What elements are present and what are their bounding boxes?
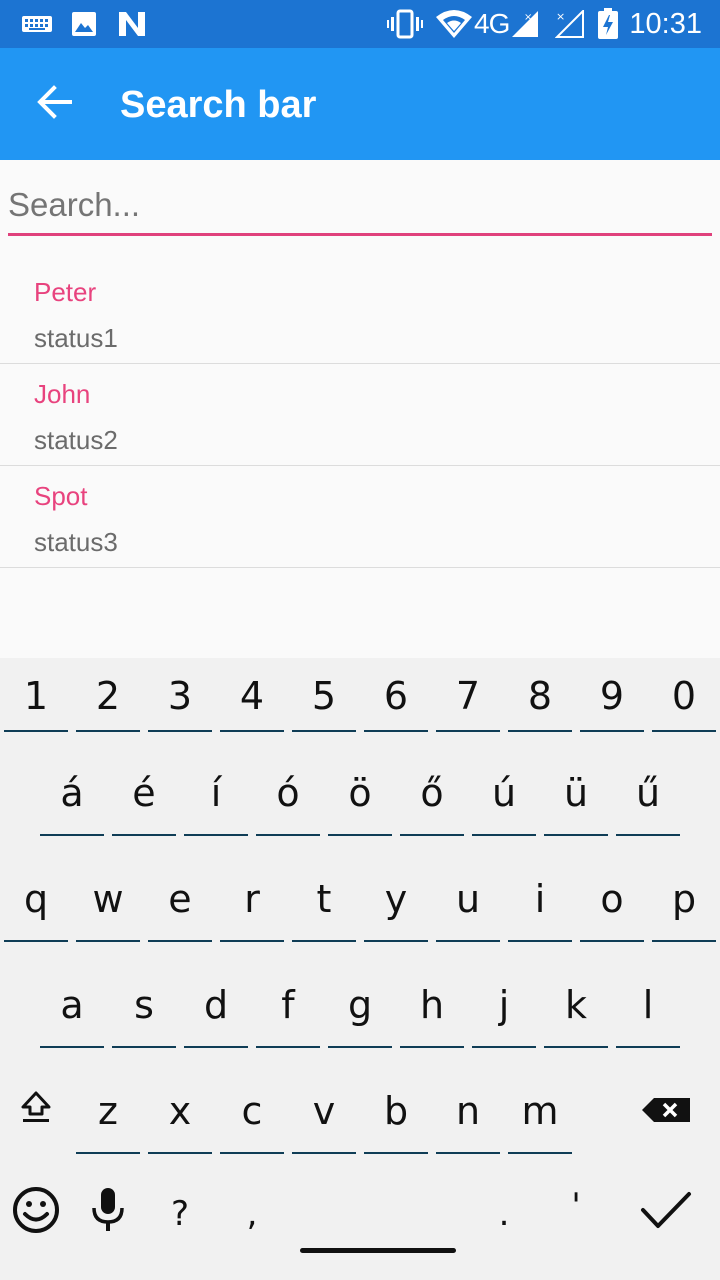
key-c[interactable]: c <box>220 1068 284 1154</box>
backspace-key[interactable] <box>634 1068 698 1154</box>
key-a-acute[interactable]: á <box>40 750 104 836</box>
key-o-umlaut[interactable]: ö <box>328 750 392 836</box>
contact-list: Peter status1 John status2 Spot status3 <box>0 262 720 568</box>
svg-text:×: × <box>524 12 532 23</box>
key-9[interactable]: 9 <box>580 660 644 732</box>
key-o-double-acute[interactable]: ő <box>400 750 464 836</box>
search-underline <box>8 233 712 236</box>
contact-status: status2 <box>34 425 118 455</box>
key-z[interactable]: z <box>76 1068 140 1154</box>
svg-text:×: × <box>556 10 565 23</box>
key-e-acute[interactable]: é <box>112 750 176 836</box>
key-s[interactable]: s <box>112 962 176 1048</box>
key-6[interactable]: 6 <box>364 660 428 732</box>
space-bar[interactable] <box>292 1174 464 1254</box>
key-g[interactable]: g <box>328 962 392 1048</box>
key-i[interactable]: i <box>508 856 572 942</box>
status-bar: 4G × × 10:31 <box>0 0 720 48</box>
search-field[interactable] <box>8 176 712 238</box>
search-input[interactable] <box>8 176 712 234</box>
list-item[interactable]: Spot status3 <box>0 466 720 568</box>
key-u-double-acute[interactable]: ű <box>616 750 680 836</box>
key-apostrophe[interactable]: ' <box>544 1174 608 1238</box>
contact-name: John <box>34 379 91 409</box>
key-i-acute[interactable]: í <box>184 750 248 836</box>
key-h[interactable]: h <box>400 962 464 1048</box>
key-2[interactable]: 2 <box>76 660 140 732</box>
key-d[interactable]: d <box>184 962 248 1048</box>
key-a[interactable]: a <box>40 962 104 1048</box>
key-w[interactable]: w <box>76 856 140 942</box>
key-o[interactable]: o <box>580 856 644 942</box>
contact-status: status3 <box>34 527 118 557</box>
key-comma[interactable]: , <box>220 1174 284 1254</box>
key-q[interactable]: q <box>4 856 68 942</box>
key-question-mark[interactable]: ? <box>148 1174 212 1254</box>
n-notification-icon <box>116 8 148 40</box>
key-y[interactable]: y <box>364 856 428 942</box>
key-b[interactable]: b <box>364 1068 428 1154</box>
key-4[interactable]: 4 <box>220 660 284 732</box>
status-time: 10:31 <box>629 8 702 40</box>
done-key[interactable] <box>634 1174 698 1254</box>
key-p[interactable]: p <box>652 856 716 942</box>
key-r[interactable]: r <box>220 856 284 942</box>
wifi-icon <box>434 8 474 40</box>
arrow-back-icon <box>36 84 72 124</box>
key-u-acute[interactable]: ú <box>472 750 536 836</box>
back-button[interactable] <box>26 76 82 132</box>
page-title: Search bar <box>120 84 317 126</box>
key-u[interactable]: u <box>436 856 500 942</box>
keyboard-icon <box>20 8 54 40</box>
key-m[interactable]: m <box>508 1068 572 1154</box>
key-t[interactable]: t <box>292 856 356 942</box>
key-7[interactable]: 7 <box>436 660 500 732</box>
key-8[interactable]: 8 <box>508 660 572 732</box>
microphone-icon <box>90 1186 126 1243</box>
checkmark-icon <box>640 1190 692 1239</box>
image-icon <box>70 8 98 40</box>
soft-keyboard: 1 2 3 4 5 6 7 8 9 0 á é í ó ö ő ú ü ű q … <box>0 658 720 1280</box>
shift-key[interactable] <box>4 1068 68 1154</box>
space-bar-indicator <box>300 1248 456 1253</box>
emoji-key[interactable] <box>4 1174 68 1254</box>
signal-no-service-icon: × <box>554 8 586 40</box>
key-n[interactable]: n <box>436 1068 500 1154</box>
key-j[interactable]: j <box>472 962 536 1048</box>
contact-name: Peter <box>34 277 97 307</box>
key-f[interactable]: f <box>256 962 320 1048</box>
shift-icon <box>20 1089 52 1133</box>
app-bar: Search bar <box>0 48 720 160</box>
key-l[interactable]: l <box>616 962 680 1048</box>
signal-icon: 4G × <box>474 8 548 40</box>
key-e[interactable]: e <box>148 856 212 942</box>
contact-name: Spot <box>34 481 88 511</box>
key-k[interactable]: k <box>544 962 608 1048</box>
emoji-icon <box>11 1185 61 1244</box>
voice-input-key[interactable] <box>76 1174 140 1254</box>
backspace-icon <box>640 1089 692 1133</box>
key-x[interactable]: x <box>148 1068 212 1154</box>
key-3[interactable]: 3 <box>148 660 212 732</box>
key-5[interactable]: 5 <box>292 660 356 732</box>
key-0[interactable]: 0 <box>652 660 716 732</box>
key-v[interactable]: v <box>292 1068 356 1154</box>
list-item[interactable]: John status2 <box>0 364 720 466</box>
key-u-umlaut[interactable]: ü <box>544 750 608 836</box>
contact-status: status1 <box>34 323 118 353</box>
key-period[interactable]: . <box>472 1174 536 1254</box>
key-1[interactable]: 1 <box>4 660 68 732</box>
battery-charging-icon <box>596 8 620 40</box>
vibrate-icon <box>386 8 424 40</box>
key-o-acute[interactable]: ó <box>256 750 320 836</box>
list-item[interactable]: Peter status1 <box>0 262 720 364</box>
